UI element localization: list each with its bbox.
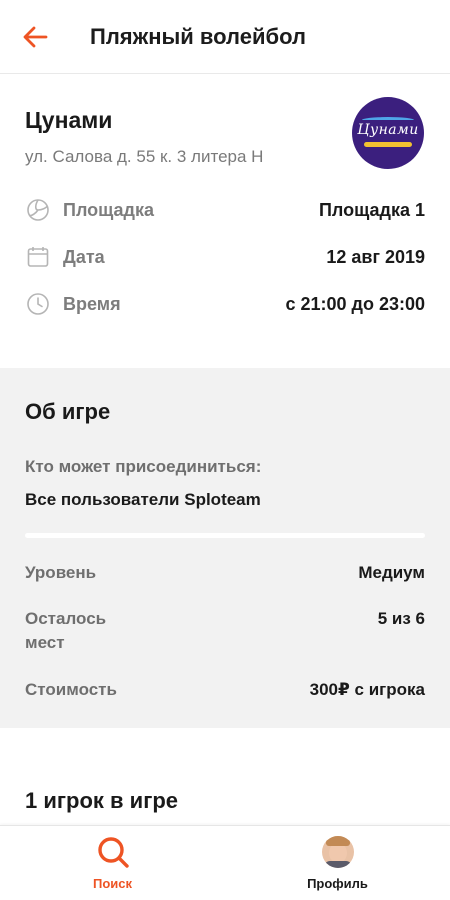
arrow-left-icon <box>23 26 48 47</box>
logo-wave-decoration <box>362 117 414 123</box>
venue-card: Цунами ул. Салова д. 55 к. 3 литера Н Цу… <box>0 74 450 368</box>
divider <box>25 533 425 538</box>
venue-logo[interactable]: Цунами <box>352 97 424 169</box>
venue-name: Цунами <box>25 107 113 133</box>
detail-value-price: 300₽ с игрока <box>309 680 425 699</box>
detail-label: Стоимость <box>25 680 117 699</box>
page-title: Пляжный волейбол <box>90 23 306 49</box>
detail-value-level: Медиум <box>358 563 425 582</box>
info-value-time: с 21:00 до 23:00 <box>285 293 425 314</box>
players-count-title: 1 игрок в игре <box>25 788 179 813</box>
detail-label: Осталось мест <box>25 609 107 652</box>
detail-label: Уровень <box>25 563 97 582</box>
about-game-section: Об игре Кто может присоединиться: Все по… <box>0 368 450 728</box>
who-can-join-value: Все пользователи Sploteam <box>25 490 261 509</box>
info-label: Дата <box>63 246 105 267</box>
logo-underline-decoration <box>364 142 412 147</box>
avatar <box>321 835 354 869</box>
info-row-date: Дата 12 авг 2019 <box>0 237 450 277</box>
info-label: Площадка <box>63 199 154 220</box>
info-label: Время <box>63 293 121 314</box>
section-title: Об игре <box>25 399 111 424</box>
info-value-date: 12 авг 2019 <box>326 246 425 267</box>
info-value-court: Площадка 1 <box>318 199 425 220</box>
volleyball-icon <box>25 197 51 223</box>
tab-search[interactable]: Поиск <box>0 826 225 900</box>
detail-value-spots: 5 из 6 <box>377 609 425 628</box>
tab-profile-label: Профиль <box>307 876 368 891</box>
tab-search-label: Поиск <box>92 876 132 891</box>
app-header: Пляжный волейбол <box>0 0 450 74</box>
clock-icon <box>25 291 51 317</box>
info-row-time: Время с 21:00 до 23:00 <box>0 284 450 324</box>
players-section: 1 игрок в игре <box>0 728 450 825</box>
venue-address: ул. Салова д. 55 к. 3 литера Н <box>25 147 264 166</box>
venue-logo-text: Цунами <box>357 122 419 138</box>
info-row-court: Площадка Площадка 1 <box>0 190 450 230</box>
back-button[interactable] <box>0 0 70 74</box>
search-icon <box>96 835 130 869</box>
bottom-tab-bar: Поиск Профиль <box>0 825 450 900</box>
tab-profile[interactable]: Профиль <box>225 826 450 900</box>
calendar-icon <box>25 244 51 270</box>
who-can-join-label: Кто может присоединиться: <box>25 457 262 476</box>
